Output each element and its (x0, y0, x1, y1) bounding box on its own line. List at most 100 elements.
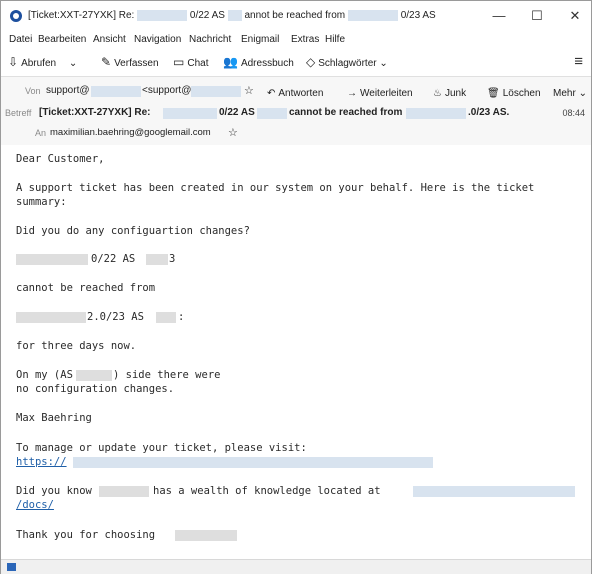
redacted-block (163, 108, 217, 119)
menu-bearbeiten[interactable]: Bearbeiten (38, 34, 86, 45)
redacted-block (406, 108, 466, 119)
close-button[interactable]: ✕ (563, 7, 587, 25)
chevron-down-icon: ⌄ (575, 88, 587, 99)
question: Did you do any configuartion changes? (16, 225, 250, 237)
thanks-text: Thank you for choosing (16, 529, 156, 541)
chat-icon: ▭ (173, 55, 185, 69)
line-e2: no configuration changes. (16, 383, 175, 395)
trash-icon: 🗑 (487, 88, 500, 99)
title-mid2: annot be reached from (244, 10, 346, 22)
pencil-icon: ✎ (101, 55, 112, 69)
star-icon[interactable]: ☆ (228, 126, 238, 139)
tags-button[interactable]: ◇ Schlagwörter ⌄ (306, 55, 388, 69)
message-body: Dear Customer, A support ticket has been… (1, 145, 591, 559)
chat-label: Chat (187, 58, 209, 69)
title-mid1: 0/22 AS (189, 10, 225, 22)
mail-window: [Ticket:XXT-27YXK] Re: 0/22 AS annot be … (0, 0, 592, 574)
tag-icon: ◇ (306, 55, 316, 69)
line-a: 0/22 AS (91, 253, 136, 265)
tags-label: Schlagwörter (318, 58, 377, 69)
status-icon[interactable] (7, 563, 16, 571)
junk-button[interactable]: ♨ Junk (433, 85, 466, 102)
redacted-block (227, 10, 242, 21)
line-b: cannot be reached from (16, 282, 156, 294)
subject-part-b: 0/22 AS (219, 107, 255, 118)
menu-navigation[interactable]: Navigation (134, 34, 181, 45)
chat-button[interactable]: ▭ Chat (173, 55, 208, 69)
from-address[interactable]: <support@ (142, 85, 191, 96)
reply-button[interactable]: ↶ Antworten (267, 85, 323, 102)
subject-part-d: .0/23 AS. (468, 107, 510, 118)
main-toolbar: ⇩ Abrufen ⌄ ✎ Verfassen ▭ Chat 👥 Adressbuch … (1, 49, 591, 76)
greeting: Dear Customer, (16, 153, 105, 165)
redacted-block (347, 10, 398, 21)
forward-button[interactable]: → Weiterleiten (347, 85, 413, 102)
redacted-block (16, 312, 86, 323)
signature: Max Baehring (16, 412, 92, 424)
intro-line-2: summary: (16, 196, 67, 208)
more-button[interactable]: Mehr ⌄ (553, 85, 587, 102)
to-row: An maximilian.baehring@googlemail.com ☆ (1, 125, 591, 145)
menu-enigmail[interactable]: Enigmail (241, 34, 279, 45)
did-you-know-a: Did you know (16, 485, 92, 497)
message-header: Von support@ <support@ ☆ ↶ Antworten → Wei… (1, 76, 591, 146)
from-label: Von (25, 86, 41, 96)
star-icon[interactable]: ☆ (244, 84, 254, 97)
menu-datei[interactable]: Datei (9, 34, 32, 45)
reply-label: Antworten (278, 88, 324, 99)
redacted-link-block[interactable] (413, 486, 575, 497)
line-e1: On my (AS (16, 369, 73, 381)
subject-part-a: [Ticket:XXT-27YXK] Re: (39, 107, 151, 118)
from-row: Von support@ <support@ ☆ ↶ Antworten → Wei… (1, 83, 591, 103)
forward-icon: → (347, 88, 357, 99)
contacts-icon: 👥 (223, 55, 238, 69)
addressbook-label: Adressbuch (240, 58, 294, 69)
subject-part-c: cannot be reached from (289, 107, 403, 118)
status-bar (1, 559, 591, 574)
junk-icon: ♨ (433, 88, 442, 99)
title-prefix: [Ticket:XXT-27YXK] Re: (28, 10, 135, 22)
menu-nachricht[interactable]: Nachricht (189, 34, 231, 45)
subject-label: Betreff (5, 108, 32, 118)
compose-button[interactable]: ✎ Verfassen (101, 55, 159, 69)
redacted-block (191, 86, 241, 97)
fetch-button[interactable]: ⇩ Abrufen ⌄ (8, 55, 77, 69)
thunderbird-icon (10, 10, 22, 22)
reply-icon: ↶ (267, 88, 276, 99)
delete-label: Löschen (502, 88, 541, 99)
addressbook-button[interactable]: 👥 Adressbuch (223, 55, 294, 69)
did-you-know-b: has a wealth of knowledge located at (153, 485, 381, 497)
line-a-tail: 3 (169, 253, 176, 265)
menu-extras[interactable]: Extras (291, 34, 319, 45)
redacted-link-block[interactable] (73, 457, 433, 468)
line-e1b: ) side there were (113, 369, 221, 381)
minimize-button[interactable]: — (487, 7, 511, 25)
menu-hilfe[interactable]: Hilfe (325, 34, 345, 45)
intro-line-1: A support ticket has been created in our… (16, 182, 535, 194)
app-menu-icon[interactable]: ≡ (574, 53, 583, 70)
line-c: 2.0/23 AS (87, 311, 144, 323)
redacted-block (146, 254, 168, 265)
redacted-block (91, 86, 141, 97)
docs-link[interactable]: /docs/ (16, 499, 54, 511)
junk-label: Junk (444, 88, 467, 99)
chevron-down-icon: ⌄ (379, 58, 388, 69)
compose-label: Verfassen (114, 58, 159, 69)
delete-button[interactable]: 🗑 Löschen (487, 85, 541, 102)
more-label: Mehr (553, 88, 576, 99)
menu-bar: Datei Bearbeiten Ansicht Navigation Nach… (1, 31, 591, 49)
redacted-block (175, 530, 237, 541)
maximize-button[interactable]: ☐ (525, 7, 549, 25)
manage-link[interactable]: https:// (16, 456, 67, 468)
redacted-block (137, 10, 188, 21)
to-address[interactable]: maximilian.baehring@googlemail.com (50, 127, 211, 138)
fetch-label: Abrufen (21, 58, 57, 69)
from-name[interactable]: support@ (46, 85, 90, 96)
redacted-block (76, 370, 112, 381)
redacted-block (99, 486, 149, 497)
menu-ansicht[interactable]: Ansicht (93, 34, 126, 45)
message-time: 08:44 (562, 108, 585, 118)
title-mid3: 0/23 AS (400, 10, 436, 22)
chevron-down-icon[interactable]: ⌄ (69, 58, 77, 69)
redacted-block (156, 312, 176, 323)
